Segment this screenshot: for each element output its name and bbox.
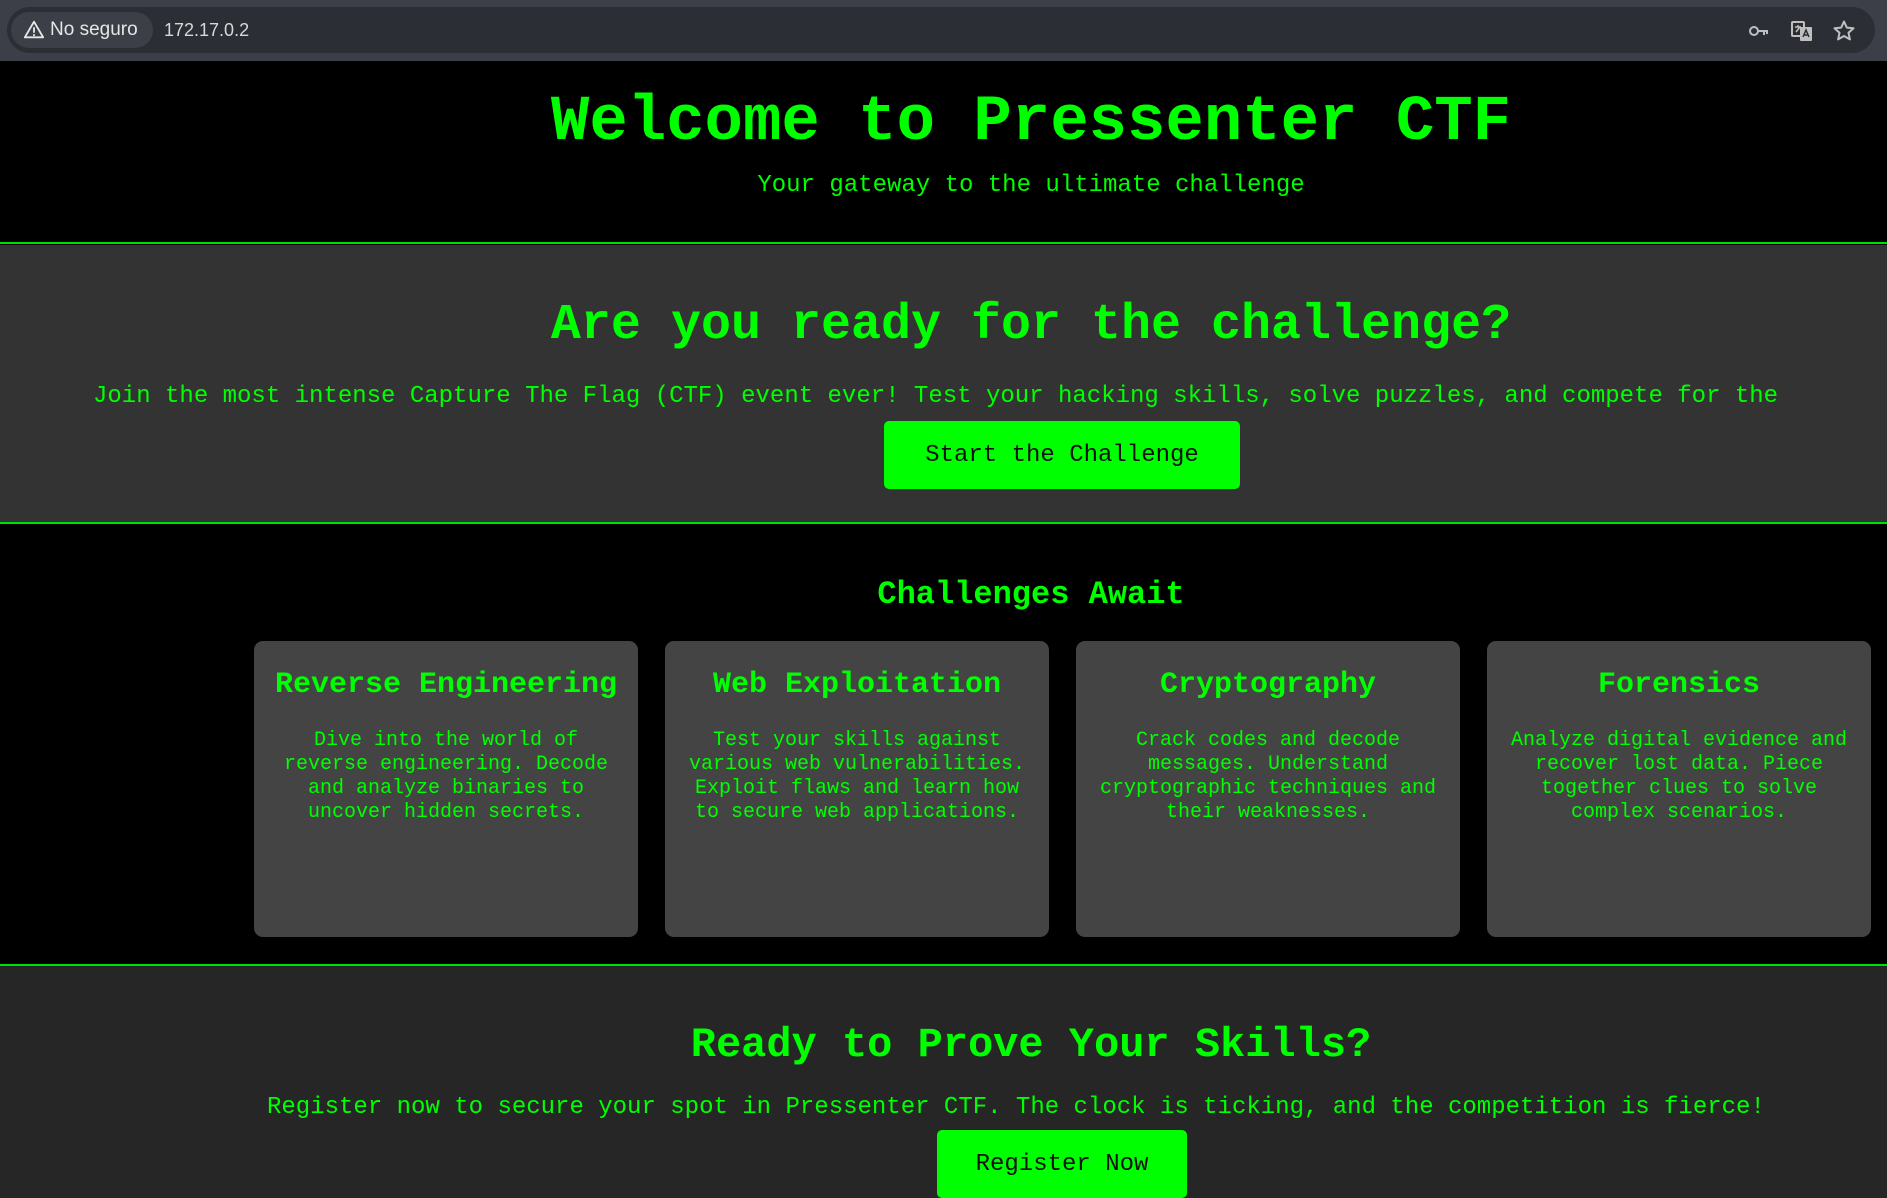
card-description: Analyze digital evidence and recover los… [1510,729,1848,824]
card-title: Web Exploitation [712,668,1002,702]
register-heading: Ready to Prove Your Skills? [690,1021,1372,1069]
address-bar[interactable]: No seguro 172.17.0.2 [7,7,1875,53]
card-title: Cryptography [1159,668,1377,702]
challenge-card[interactable]: Reverse Engineering Dive into the world … [254,641,638,937]
register-section: Ready to Prove Your Skills? Register now… [0,966,1887,1198]
page-title: Welcome to Pressenter CTF [550,87,1512,159]
start-challenge-button[interactable]: Start the Challenge [884,421,1240,489]
security-label: No seguro [50,19,138,40]
challenge-card[interactable]: Cryptography Crack codes and decode mess… [1076,641,1460,937]
page-header: Welcome to Pressenter CTF Your gateway t… [0,61,1887,242]
warning-icon [23,20,45,39]
divider [0,242,1887,244]
card-description: Test your skills against various web vul… [688,729,1026,824]
security-indicator[interactable]: No seguro [11,12,153,48]
translate-icon[interactable] [1790,19,1814,43]
register-now-button[interactable]: Register Now [937,1130,1187,1198]
challenges-section: Challenges Await Reverse Engineering Div… [0,524,1887,964]
challenge-intro-text: Join the most intense Capture The Flag (… [93,383,1779,410]
challenge-card[interactable]: Forensics Analyze digital evidence and r… [1487,641,1871,937]
challenges-heading: Challenges Await [877,576,1185,613]
register-text: Register now to secure your spot in Pres… [267,1094,1765,1121]
star-icon[interactable] [1832,19,1856,43]
page-tagline: Your gateway to the ultimate challenge [757,172,1305,199]
challenge-heading: Are you ready for the challenge? [550,297,1512,354]
card-description: Dive into the world of reverse engineeri… [283,729,609,824]
key-icon[interactable] [1747,19,1771,43]
card-title: Forensics [1597,668,1761,702]
challenge-card[interactable]: Web Exploitation Test your skills agains… [665,641,1049,937]
challenge-section: Are you ready for the challenge? Join th… [0,245,1887,522]
card-description: Crack codes and decode messages. Underst… [1099,729,1437,824]
card-title: Reverse Engineering [274,668,618,702]
url-text[interactable]: 172.17.0.2 [164,7,249,53]
browser-toolbar: No seguro 172.17.0.2 [0,0,1887,61]
